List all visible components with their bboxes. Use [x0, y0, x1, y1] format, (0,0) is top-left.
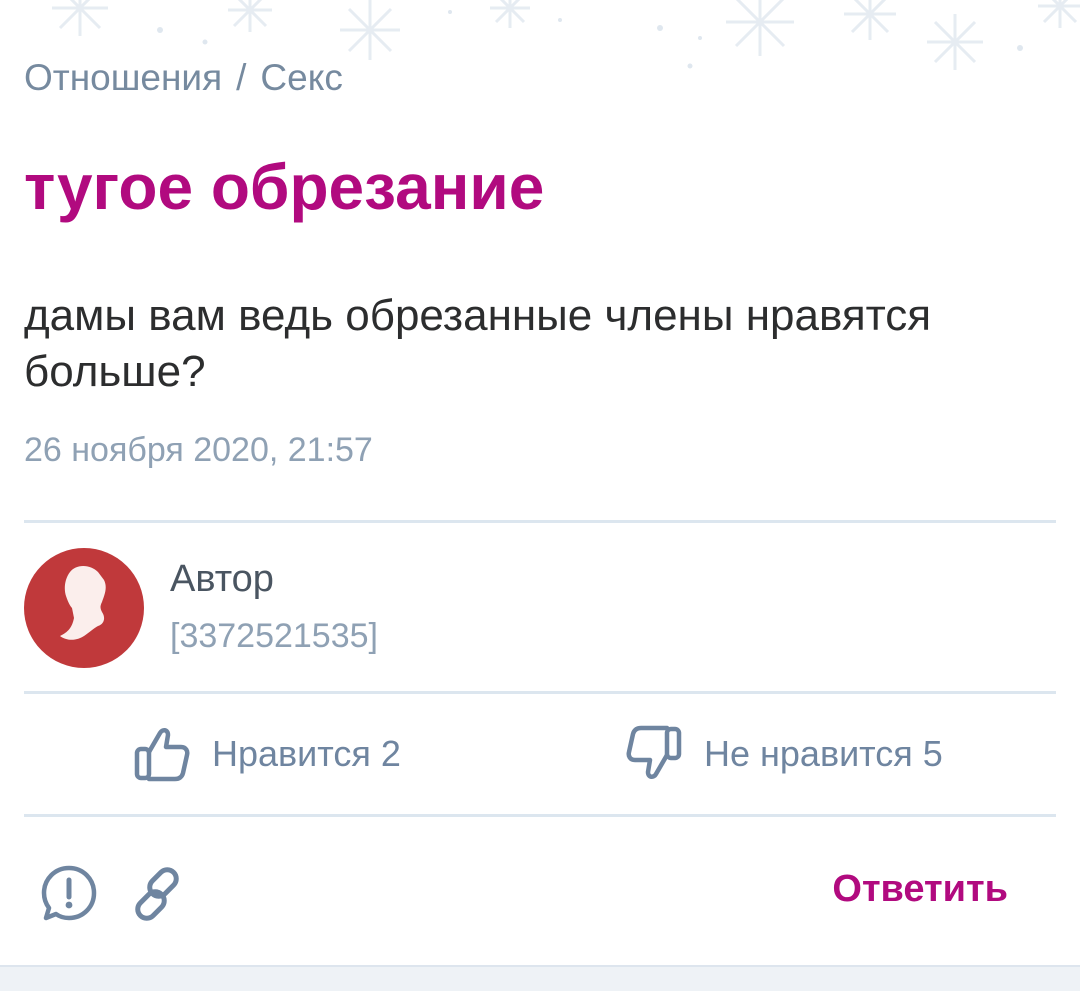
thumbs-up-icon	[134, 728, 190, 782]
avatar[interactable]	[24, 548, 144, 668]
post-body: дамы вам ведь обрезанные члены нравятся …	[24, 291, 932, 396]
breadcrumb-item-relationships[interactable]: Отношения	[24, 57, 222, 99]
post-date: 26 ноября 2020, 21:57	[24, 431, 373, 469]
dislike-button[interactable]: Не нравится 5	[626, 720, 943, 788]
post-title: тугое обрезание	[24, 151, 545, 223]
like-button[interactable]: Нравится 2	[134, 720, 401, 788]
breadcrumb: Отношения / Секс	[24, 54, 343, 102]
author-id: [3372521535]	[170, 617, 378, 655]
footer-strip	[0, 965, 1080, 991]
breadcrumb-item-sex[interactable]: Секс	[260, 57, 342, 99]
divider	[24, 814, 1056, 817]
divider	[24, 520, 1056, 523]
author-name[interactable]: Автор	[170, 556, 274, 602]
report-button[interactable]	[40, 864, 98, 927]
breadcrumb-separator: /	[236, 57, 247, 98]
reply-button[interactable]: Ответить	[832, 864, 1008, 914]
thumbs-down-icon	[626, 725, 682, 779]
dislike-label: Не нравится 5	[704, 733, 943, 774]
like-label: Нравится 2	[212, 733, 401, 774]
copy-link-button[interactable]	[128, 864, 188, 929]
user-silhouette-icon	[60, 566, 106, 640]
divider	[24, 691, 1056, 694]
exclamation-circle-icon	[41, 865, 97, 921]
link-icon	[135, 867, 179, 921]
